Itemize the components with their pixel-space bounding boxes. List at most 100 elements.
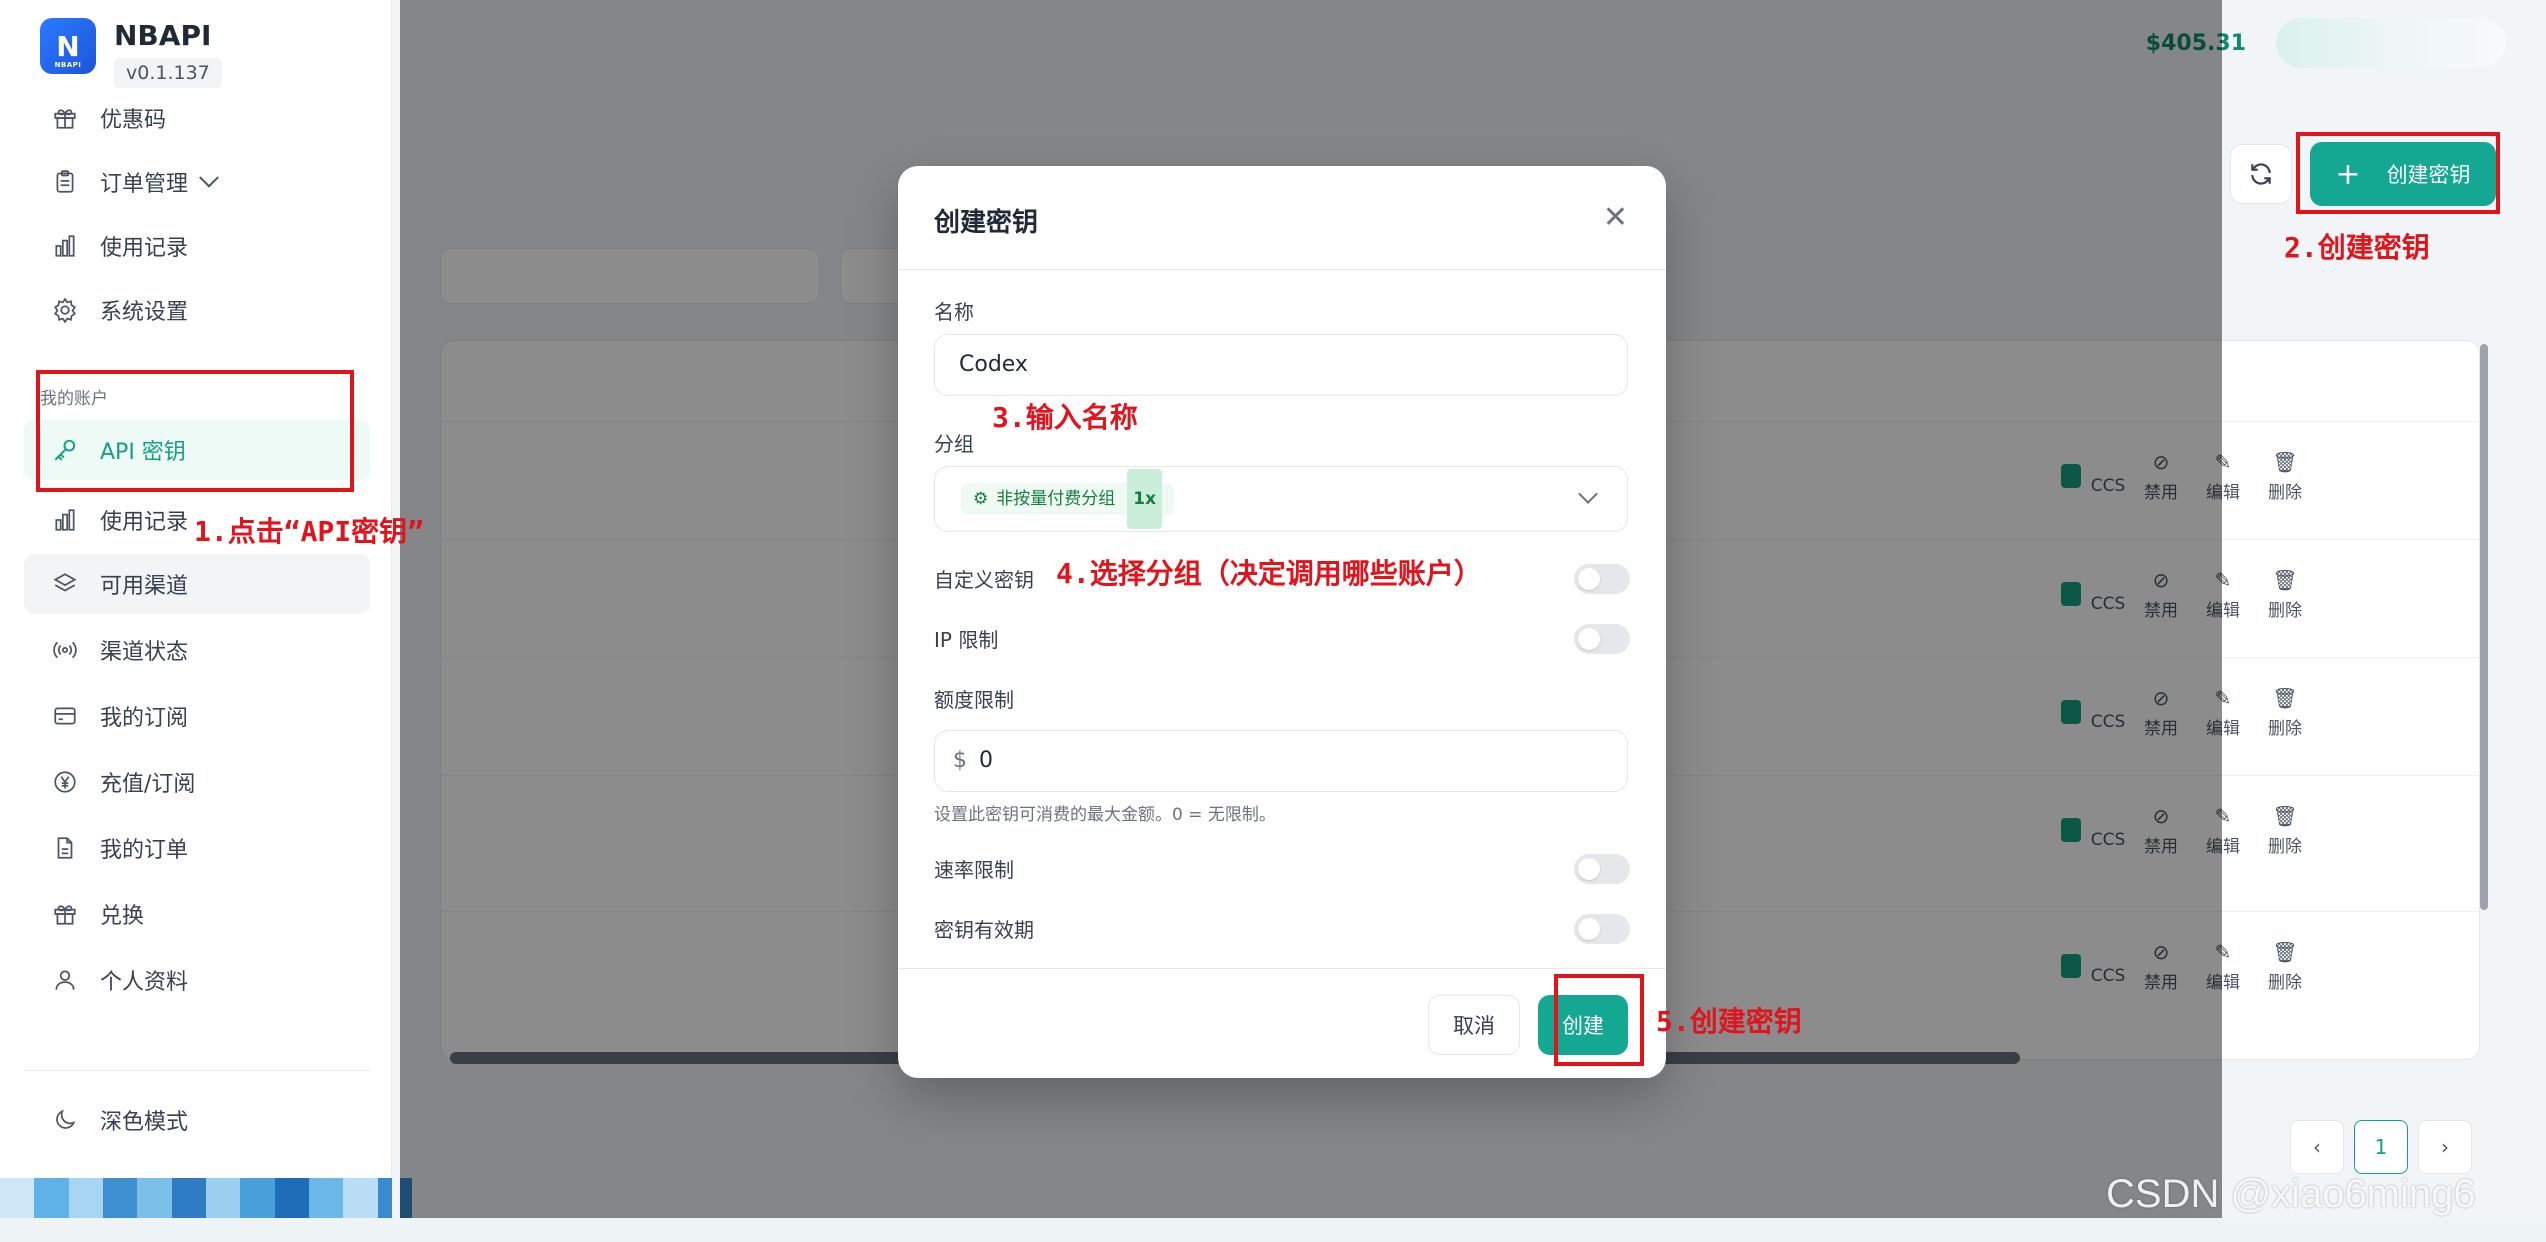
clipboard-icon (50, 167, 80, 197)
sidebar-item-settings[interactable]: 系统设置 (24, 280, 370, 340)
rate-limit-label: 速率限制 (934, 858, 1014, 882)
trash-icon: 🗑 (2272, 568, 2298, 592)
layout-gap (392, 0, 400, 1242)
gear-icon (50, 295, 80, 325)
sidebar-item-coupons[interactable]: 优惠码 (24, 88, 370, 148)
group-tag: ⚙ 非按量付费分组 1x (961, 469, 1175, 529)
close-icon[interactable]: ✕ (1603, 200, 1628, 235)
ip-limit-label: IP 限制 (934, 628, 999, 652)
bar-chart-icon (50, 505, 80, 535)
cancel-button[interactable]: 取消 (1428, 995, 1520, 1055)
trash-icon: 🗑 (2272, 686, 2298, 710)
table-vertical-scrollbar[interactable] (2480, 344, 2488, 910)
sidebar-item-usage-admin[interactable]: 使用记录 (24, 216, 370, 276)
quota-label: 额度限制 (934, 688, 1014, 712)
sidebar-item-orders-admin[interactable]: 订单管理 (24, 152, 370, 212)
ip-limit-toggle[interactable] (1574, 624, 1630, 654)
brand-area[interactable]: N NBAPI NBAPI v0.1.137 (40, 18, 222, 88)
custom-key-toggle[interactable] (1574, 564, 1630, 594)
delete-button[interactable]: 🗑 删除 (2261, 686, 2309, 739)
sidebar-item-label: 兑换 (100, 904, 145, 929)
annotation-step4: 4.选择分组（决定调用哪些账户） (1056, 557, 1482, 590)
sidebar-item-recharge[interactable]: 充值/订阅 (24, 752, 370, 812)
chevron-down-icon (199, 167, 219, 188)
document-icon (50, 833, 80, 863)
delete-button[interactable]: 🗑 删除 (2261, 804, 2309, 857)
bar-chart-icon (50, 231, 80, 261)
openai-icon: ⚙ (973, 489, 989, 509)
sidebar-item-redeem[interactable]: 兑换 (24, 884, 370, 944)
yen-icon (50, 767, 80, 797)
group-select[interactable]: ⚙ 非按量付费分组 1x (934, 466, 1628, 532)
sidebar-item-channels[interactable]: 可用渠道 (24, 554, 370, 614)
sidebar-item-label: 个人资料 (100, 970, 189, 995)
quota-hint: 设置此密钥可消费的最大金额。0 = 无限制。 (934, 805, 1276, 825)
expiry-toggle[interactable] (1574, 914, 1630, 944)
layers-icon (50, 569, 80, 599)
sidebar-item-label: 充值/订阅 (100, 772, 196, 797)
annotation-step1: 1.点击“API密钥” (194, 515, 425, 548)
user-icon (50, 965, 80, 995)
sidebar-item-label: 渠道状态 (100, 640, 189, 665)
name-input[interactable]: Codex (934, 334, 1628, 396)
sidebar-item-profile[interactable]: 个人资料 (24, 950, 370, 1010)
trash-icon: 🗑 (2272, 940, 2298, 964)
quota-value: 0 (979, 748, 993, 773)
app-logo: N NBAPI (40, 18, 96, 74)
annotation-step3: 3.输入名称 (992, 401, 1138, 434)
dark-mode-toggle[interactable]: 深色模式 (24, 1090, 370, 1150)
signal-icon (50, 635, 80, 665)
delete-button[interactable]: 🗑 删除 (2261, 450, 2309, 503)
refresh-button[interactable] (2230, 144, 2292, 204)
sidebar-item-label: 使用记录 (100, 236, 189, 261)
sidebar-item-subscriptions[interactable]: 我的订阅 (24, 686, 370, 746)
annotation-box-step1 (36, 370, 354, 492)
currency-symbol: $ (953, 748, 967, 773)
bottom-strip (0, 1218, 2546, 1242)
sidebar: N NBAPI NBAPI v0.1.137 优惠码 订单管理 使用记录 系统设置… (0, 0, 412, 1242)
gift-icon (50, 899, 80, 929)
app-name: NBAPI (114, 19, 212, 52)
sidebar-item-channel-status[interactable]: 渠道状态 (24, 620, 370, 680)
quota-input[interactable]: $0 (934, 730, 1628, 792)
trash-icon: 🗑 (2272, 450, 2298, 474)
sidebar-item-label: 我的订阅 (100, 706, 189, 731)
sidebar-divider (24, 1070, 370, 1071)
sidebar-item-label: 优惠码 (100, 108, 167, 133)
version-badge: v0.1.137 (114, 58, 222, 88)
annotation-step5: 5.创建密钥 (1656, 1005, 1802, 1038)
sidebar-item-label: 订单管理 (100, 172, 189, 197)
dialog-title: 创建密钥 (934, 208, 1039, 238)
next-page-button[interactable]: › (2418, 1120, 2472, 1174)
sidebar-item-label: 系统设置 (100, 300, 189, 325)
group-name: 非按量付费分组 (996, 489, 1116, 509)
annotation-box-step5 (1554, 974, 1644, 1066)
create-key-dialog: 创建密钥 ✕ 名称 Codex 分组 ⚙ 非按量付费分组 1x 自定义密钥 IP… (898, 166, 1666, 1078)
dark-mode-label: 深色模式 (100, 1110, 189, 1135)
card-icon (50, 701, 80, 731)
delete-button[interactable]: 🗑 删除 (2261, 568, 2309, 621)
dialog-header: 创建密钥 ✕ (898, 166, 1666, 270)
refresh-icon (2251, 163, 2271, 185)
sidebar-item-label: 我的订单 (100, 838, 189, 863)
moon-icon (50, 1105, 80, 1135)
prev-page-button[interactable]: ‹ (2290, 1120, 2344, 1174)
page-number[interactable]: 1 (2354, 1120, 2408, 1174)
annotation-box-step2 (2296, 132, 2500, 214)
annotation-step2: 2.创建密钥 (2284, 231, 2430, 264)
pagination: ‹ 1 › (2290, 1120, 2472, 1174)
custom-key-label: 自定义密钥 (934, 568, 1034, 592)
sidebar-item-label: 使用记录 (100, 510, 189, 535)
user-menu-blurred[interactable] (2276, 18, 2506, 68)
name-label: 名称 (934, 300, 974, 324)
group-multiplier: 1x (1127, 469, 1163, 529)
chevron-down-icon (1578, 484, 1598, 504)
sidebar-item-my-orders[interactable]: 我的订单 (24, 818, 370, 878)
sidebar-item-label: 可用渠道 (100, 574, 189, 599)
gift-icon (50, 103, 80, 133)
expiry-label: 密钥有效期 (934, 918, 1034, 942)
rate-limit-toggle[interactable] (1574, 854, 1630, 884)
delete-button[interactable]: 🗑 删除 (2261, 940, 2309, 993)
trash-icon: 🗑 (2272, 804, 2298, 828)
dialog-footer: 取消 创建 (898, 968, 1666, 1078)
